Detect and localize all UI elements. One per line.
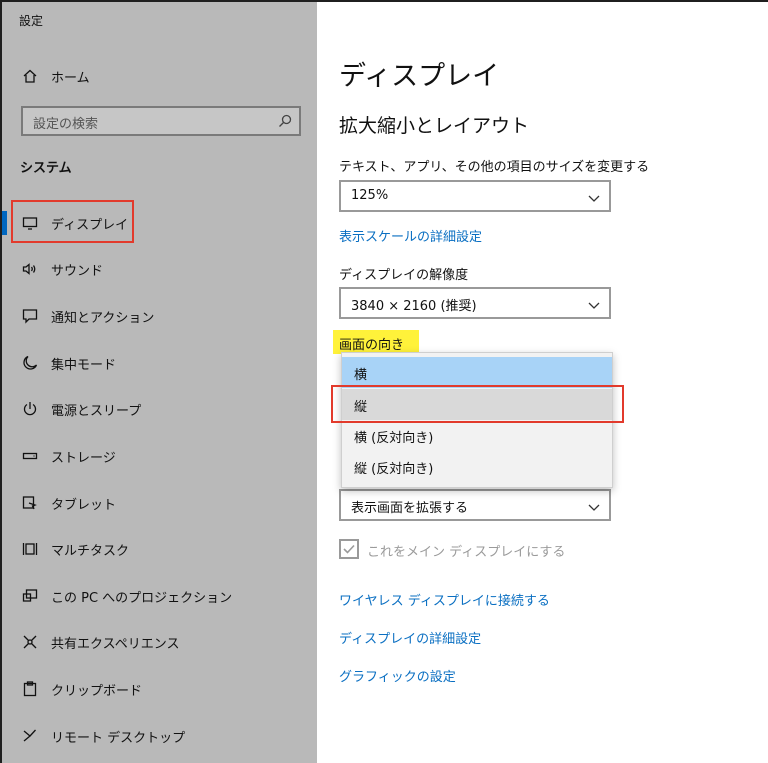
sidebar-item-notifications[interactable]: 通知とアクション	[2, 296, 317, 336]
multitask-icon	[21, 540, 39, 558]
remote-desktop-icon	[21, 727, 39, 745]
orientation-option-landscape[interactable]: 横	[342, 357, 612, 388]
orientation-option-portrait-flipped[interactable]: 縦 (反対向き)	[342, 451, 612, 482]
wireless-display-link[interactable]: ワイヤレス ディスプレイに接続する	[339, 590, 550, 609]
resolution-label: ディスプレイの解像度	[339, 268, 469, 283]
notification-icon	[21, 307, 39, 325]
sidebar-item-storage[interactable]: ストレージ	[2, 436, 317, 476]
sidebar-item-label: この PC へのプロジェクション	[51, 591, 233, 606]
sidebar-item-tablet[interactable]: タブレット	[2, 483, 317, 523]
clipboard-icon	[21, 680, 39, 698]
chevron-down-icon	[587, 297, 601, 311]
chevron-down-icon	[587, 499, 601, 513]
advanced-display-link[interactable]: ディスプレイの詳細設定	[339, 628, 481, 647]
sidebar-item-label: タブレット	[51, 498, 117, 513]
section-title: 拡大縮小とレイアウト	[339, 115, 530, 137]
sidebar-item-label: 共有エクスペリエンス	[51, 637, 180, 652]
main-display-checkbox[interactable]: これをメイン ディスプレイにする	[339, 538, 599, 560]
search-placeholder: 設定の検索	[33, 117, 99, 132]
orientation-label-highlight: 画面の向き	[333, 330, 419, 354]
sidebar-item-shared-experiences[interactable]: 共有エクスペリエンス	[2, 622, 317, 662]
projection-icon	[21, 587, 39, 605]
sidebar-item-projection[interactable]: この PC へのプロジェクション	[2, 576, 317, 616]
home-icon	[21, 67, 39, 85]
multi-display-value: 表示画面を拡張する	[351, 501, 469, 516]
checkbox-label: これをメイン ディスプレイにする	[367, 545, 566, 560]
sidebar: 設定 ホーム 設定の検索 システム ディスプレイ サウンド 通知とアクション 集…	[2, 2, 317, 763]
window-title: 設定	[19, 14, 44, 28]
highlight-box-display	[11, 200, 134, 243]
sidebar-item-remote-desktop[interactable]: リモート デスクトップ	[2, 716, 317, 756]
sidebar-item-label: マルチタスク	[51, 544, 130, 559]
tablet-icon	[21, 494, 39, 512]
option-label: 横	[354, 368, 368, 383]
power-icon	[21, 400, 39, 418]
sidebar-item-label: 電源とスリープ	[51, 404, 142, 419]
sidebar-item-home[interactable]: ホーム	[2, 56, 317, 96]
main-content: ディスプレイ 拡大縮小とレイアウト テキスト、アプリ、その他の項目のサイズを変更…	[317, 2, 768, 763]
option-label: 縦 (反対向き)	[354, 462, 434, 477]
search-input[interactable]: 設定の検索	[21, 106, 301, 136]
highlight-box-portrait	[331, 385, 624, 423]
section-label-system: システム	[20, 161, 72, 176]
settings-window: 設定 ホーム 設定の検索 システム ディスプレイ サウンド 通知とアクション 集…	[2, 2, 768, 763]
sidebar-item-label: ストレージ	[51, 451, 116, 466]
multi-display-dropdown[interactable]: 表示画面を拡張する	[339, 489, 611, 521]
sidebar-item-clipboard[interactable]: クリップボード	[2, 669, 317, 709]
sidebar-item-power-sleep[interactable]: 電源とスリープ	[2, 389, 317, 429]
sidebar-item-sound[interactable]: サウンド	[2, 249, 317, 289]
speaker-icon	[21, 260, 39, 278]
sidebar-item-label: クリップボード	[51, 684, 143, 699]
sidebar-item-label: リモート デスクトップ	[51, 731, 186, 746]
sidebar-item-multitasking[interactable]: マルチタスク	[2, 529, 317, 569]
graphics-settings-link[interactable]: グラフィックの設定	[339, 666, 456, 685]
sidebar-item-label: 通知とアクション	[51, 311, 155, 326]
sidebar-item-label: 集中モード	[51, 358, 117, 373]
page-title: ディスプレイ	[339, 61, 500, 92]
share-icon	[21, 633, 39, 651]
sidebar-item-label: サウンド	[51, 264, 104, 279]
chevron-down-icon	[587, 190, 601, 204]
checkbox[interactable]	[339, 539, 359, 559]
orientation-label: 画面の向き	[339, 338, 405, 353]
advanced-scale-link[interactable]: 表示スケールの詳細設定	[339, 226, 482, 245]
option-label: 横 (反対向き)	[354, 431, 434, 446]
storage-icon	[21, 447, 39, 465]
search-icon	[277, 113, 293, 129]
sidebar-item-label: ホーム	[51, 71, 90, 86]
resolution-dropdown[interactable]: 3840 × 2160 (推奨)	[339, 287, 611, 319]
resolution-value: 3840 × 2160 (推奨)	[351, 299, 477, 314]
sidebar-item-focus-mode[interactable]: 集中モード	[2, 343, 317, 383]
scale-value: 125%	[351, 188, 389, 203]
scale-label: テキスト、アプリ、その他の項目のサイズを変更する	[339, 160, 650, 175]
orientation-option-landscape-flipped[interactable]: 横 (反対向き)	[342, 420, 612, 451]
moon-icon	[21, 354, 39, 372]
scale-dropdown[interactable]: 125%	[339, 180, 611, 212]
